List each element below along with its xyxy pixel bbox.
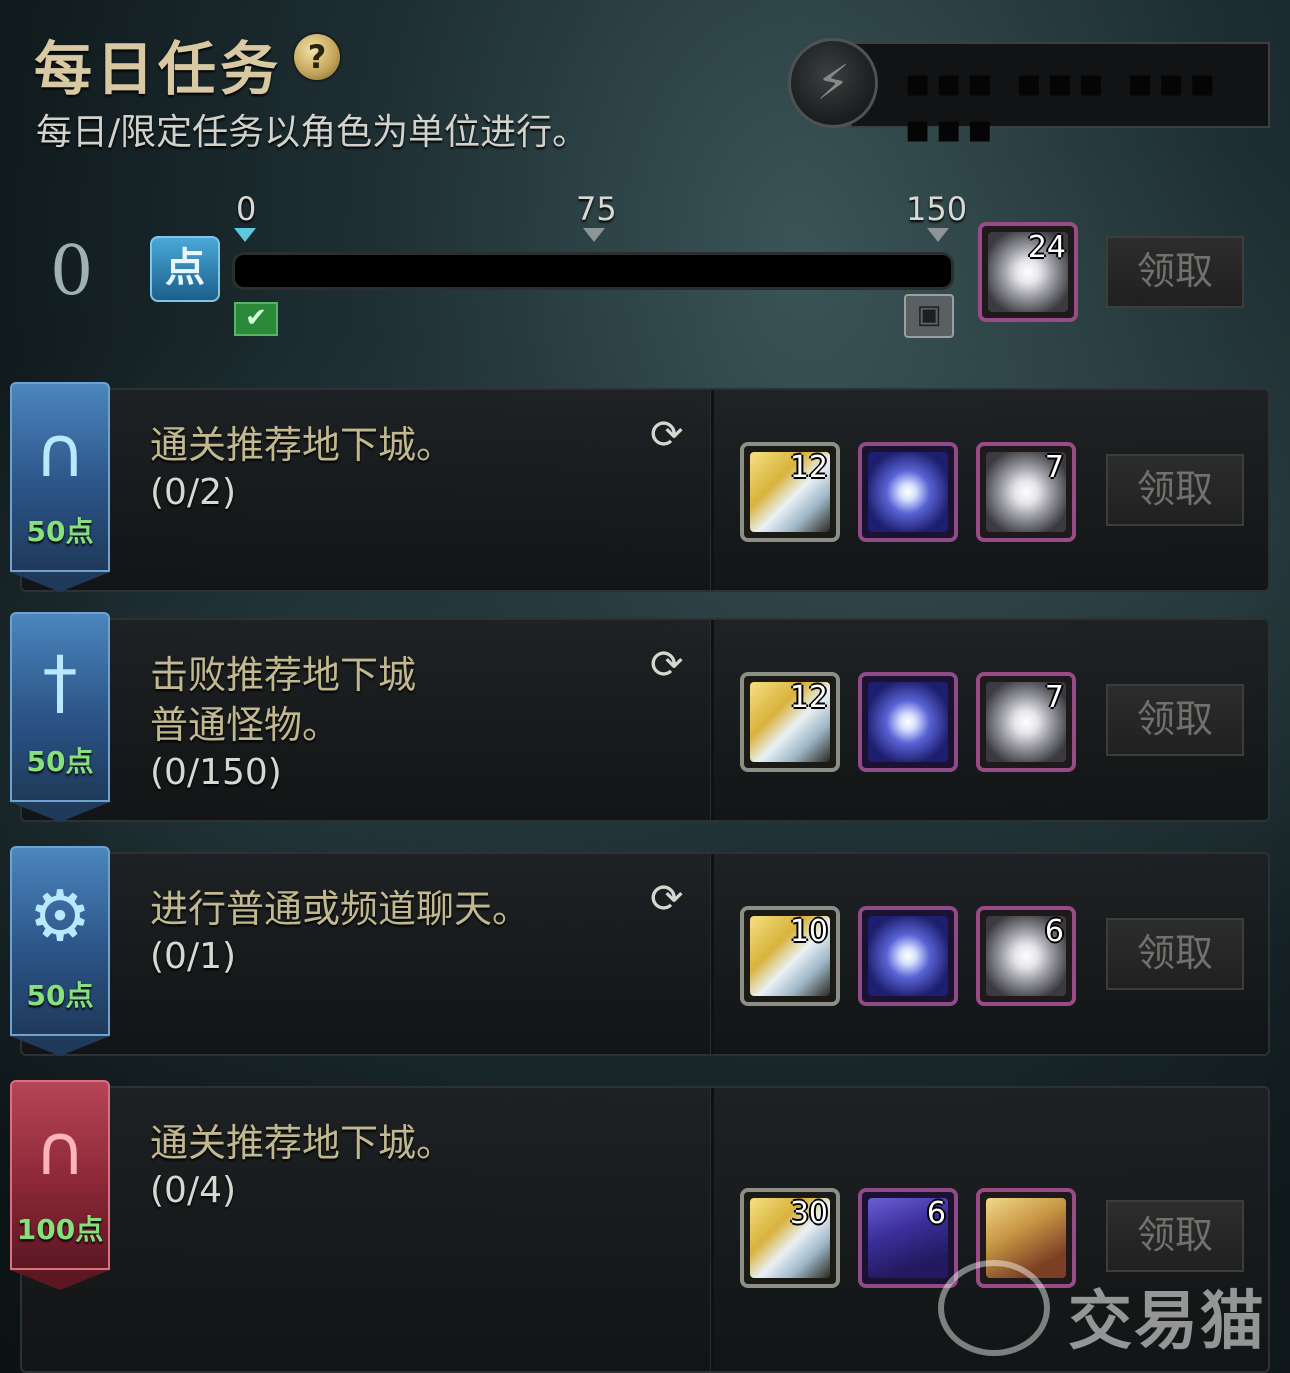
quest-text: 通关推荐地下城。	[150, 1121, 455, 1165]
item-count: 24	[1027, 230, 1066, 265]
quest-points: 100点	[16, 1213, 104, 1246]
quest-points-banner: ∩ 100点	[10, 1080, 110, 1290]
points-value: 0	[50, 232, 94, 311]
quest-points: 50点	[26, 979, 94, 1012]
reward-item[interactable]: 30	[740, 1188, 840, 1288]
sword-icon: †	[42, 641, 78, 723]
checkmark-icon: ✔	[234, 302, 278, 336]
claim-button[interactable]: 领取	[1106, 236, 1244, 308]
quest-row: 通关推荐地下城。 (0/2) ⟳ 12 7 领取	[20, 388, 1270, 592]
item-count: 6	[926, 1196, 946, 1231]
watermark: 交易猫	[938, 1258, 1268, 1359]
quest-divider	[710, 854, 714, 1054]
banner-tip	[10, 802, 110, 822]
quest-progress: (0/2)	[150, 472, 237, 513]
tick-label-150: 150	[906, 190, 968, 228]
points-progress-bar	[232, 252, 954, 290]
tick-label-0: 0	[236, 190, 257, 228]
quest-divider	[710, 1088, 714, 1371]
quest-text: 通关推荐地下城。	[150, 423, 455, 467]
reward-item[interactable]: 7	[976, 672, 1076, 772]
banner-tip	[10, 1036, 110, 1056]
item-count: 7	[1044, 680, 1064, 715]
points-icon: 点	[150, 236, 220, 302]
quest-points: 50点	[26, 515, 94, 548]
item-count: 12	[789, 450, 828, 485]
dungeon-gate-icon: ∩	[34, 411, 86, 493]
claim-button[interactable]: 领取	[1106, 684, 1244, 756]
refresh-icon[interactable]: ⟳	[650, 412, 684, 458]
reward-item[interactable]	[858, 906, 958, 1006]
quest-progress: (0/4)	[150, 1170, 237, 1211]
dungeon-gate-icon: ∩	[34, 1109, 86, 1191]
quest-divider	[710, 390, 714, 590]
energy-text: ▪▪▪ ▪▪▪ ▪▪▪ ▪▪▪	[904, 60, 1220, 152]
page-title: 每日任务	[34, 35, 283, 103]
watermark-text: 交易猫	[1068, 1285, 1266, 1359]
quest-row: 进行普通或频道聊天。 (0/1) ⟳ 10 6 领取	[20, 852, 1270, 1056]
item-count: 30	[789, 1196, 828, 1231]
quest-row: 击败推荐地下城 普通怪物。 (0/150) ⟳ 12 7 领取	[20, 618, 1270, 822]
banner-tip	[10, 1270, 110, 1290]
item-count: 10	[789, 914, 828, 949]
banner-tip	[10, 572, 110, 592]
quest-text: 进行普通或频道聊天。	[150, 887, 531, 931]
quest-points-banner: ∩ 50点	[10, 382, 110, 592]
tick-marker-150	[927, 228, 949, 242]
quest-points-banner: † 50点	[10, 612, 110, 822]
refresh-icon[interactable]: ⟳	[650, 642, 684, 688]
blue-orb-icon	[868, 682, 948, 762]
lightning-icon: ⚡	[788, 38, 878, 128]
blue-orb-icon	[868, 916, 948, 996]
item-count: 12	[789, 680, 828, 715]
tick-label-75: 75	[576, 190, 617, 228]
reward-item[interactable]: 12	[740, 672, 840, 772]
quest-points: 50点	[26, 745, 94, 778]
bonus-reward-item[interactable]: 24	[978, 222, 1078, 322]
item-count: 7	[1044, 450, 1064, 485]
quest-progress: (0/1)	[150, 936, 237, 977]
claim-button[interactable]: 领取	[1106, 918, 1244, 990]
reward-item[interactable]	[858, 672, 958, 772]
page-subtitle: 每日/限定任务以角色为单位进行。	[36, 112, 589, 153]
quest-progress: (0/150)	[150, 752, 282, 793]
cat-logo-icon	[938, 1260, 1050, 1356]
refresh-icon[interactable]: ⟳	[650, 876, 684, 922]
reward-item[interactable]	[858, 442, 958, 542]
reward-item[interactable]: 7	[976, 442, 1076, 542]
quest-points-banner: ⚙ 50点	[10, 846, 110, 1056]
reward-item[interactable]: 6	[976, 906, 1076, 1006]
item-count: 6	[1044, 914, 1064, 949]
question-mark-icon[interactable]: ?	[294, 34, 340, 80]
reward-item[interactable]: 10	[740, 906, 840, 1006]
quest-text: 击败推荐地下城 普通怪物。	[150, 653, 417, 747]
gear-icon: ⚙	[28, 875, 92, 957]
tick-marker-0	[234, 228, 256, 242]
reward-item[interactable]: 12	[740, 442, 840, 542]
blue-orb-icon	[868, 452, 948, 532]
chest-icon: ▣	[904, 294, 954, 338]
tick-marker-75	[583, 228, 605, 242]
quest-divider	[710, 620, 714, 820]
claim-button[interactable]: 领取	[1106, 454, 1244, 526]
